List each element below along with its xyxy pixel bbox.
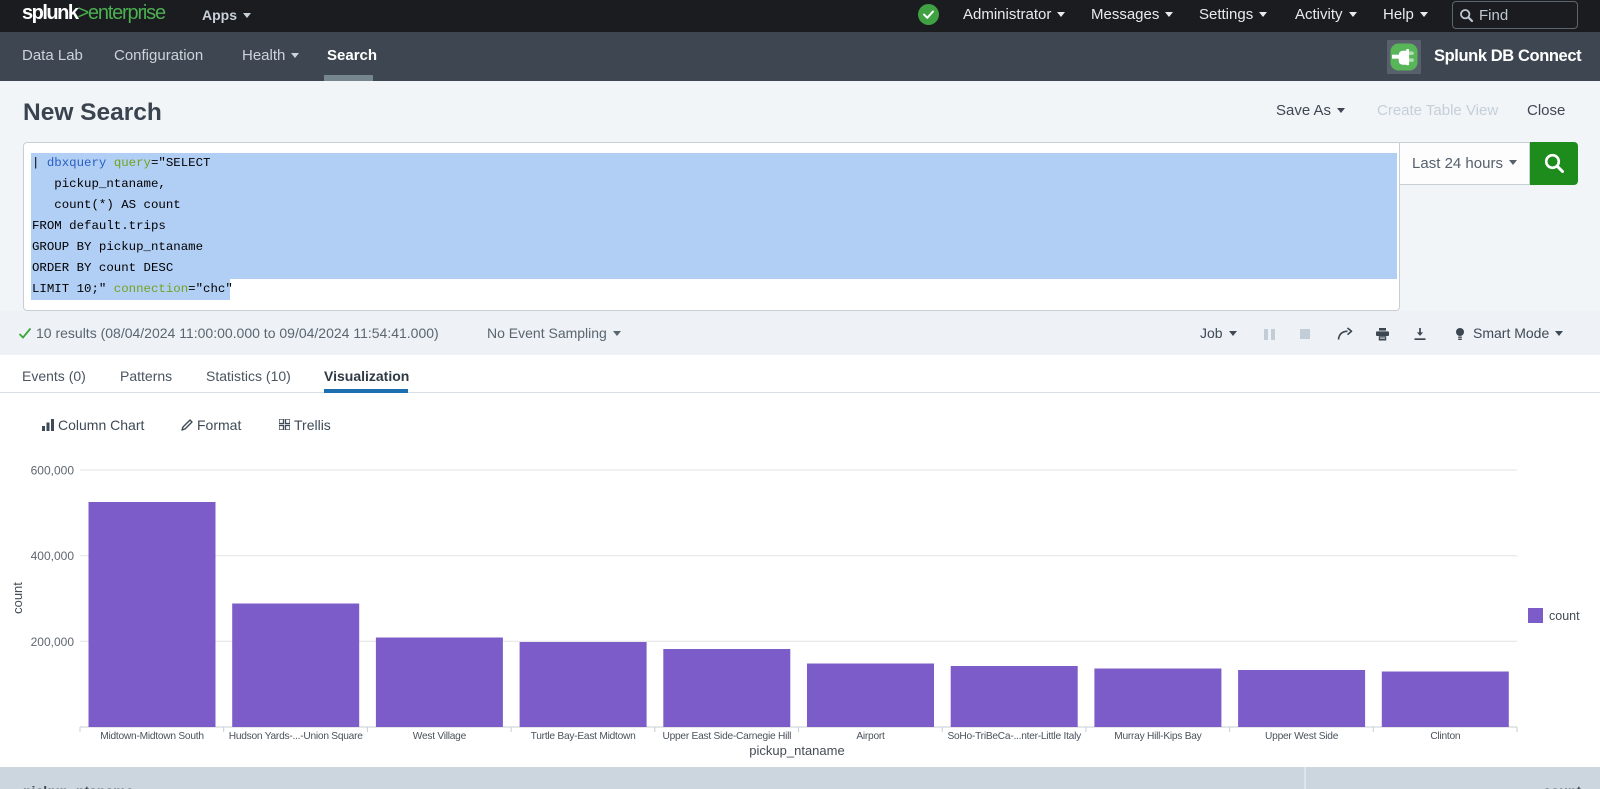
svg-text:pickup_ntaname: pickup_ntaname xyxy=(749,743,844,758)
svg-text:SoHo-TriBeCa-...nter-Little It: SoHo-TriBeCa-...nter-Little Italy xyxy=(947,731,1082,742)
svg-text:200,000: 200,000 xyxy=(31,635,75,649)
svg-text:Turtle Bay-East Midtown: Turtle Bay-East Midtown xyxy=(531,731,636,742)
svg-text:Airport: Airport xyxy=(856,731,885,742)
svg-text:count: count xyxy=(1549,609,1580,623)
svg-text:Murray Hill-Kips Bay: Murray Hill-Kips Bay xyxy=(1114,731,1202,742)
svg-text:West Village: West Village xyxy=(413,731,467,742)
svg-text:Upper West Side: Upper West Side xyxy=(1265,731,1339,742)
svg-text:count: count xyxy=(10,582,25,614)
svg-text:600,000: 600,000 xyxy=(31,464,75,478)
svg-text:Hudson Yards-...-Union Square: Hudson Yards-...-Union Square xyxy=(229,731,364,742)
svg-text:Midtown-Midtown South: Midtown-Midtown South xyxy=(100,731,203,742)
svg-text:Clinton: Clinton xyxy=(1430,731,1460,742)
svg-text:400,000: 400,000 xyxy=(31,549,75,563)
svg-text:Upper East Side-Carnegie Hill: Upper East Side-Carnegie Hill xyxy=(662,731,791,742)
